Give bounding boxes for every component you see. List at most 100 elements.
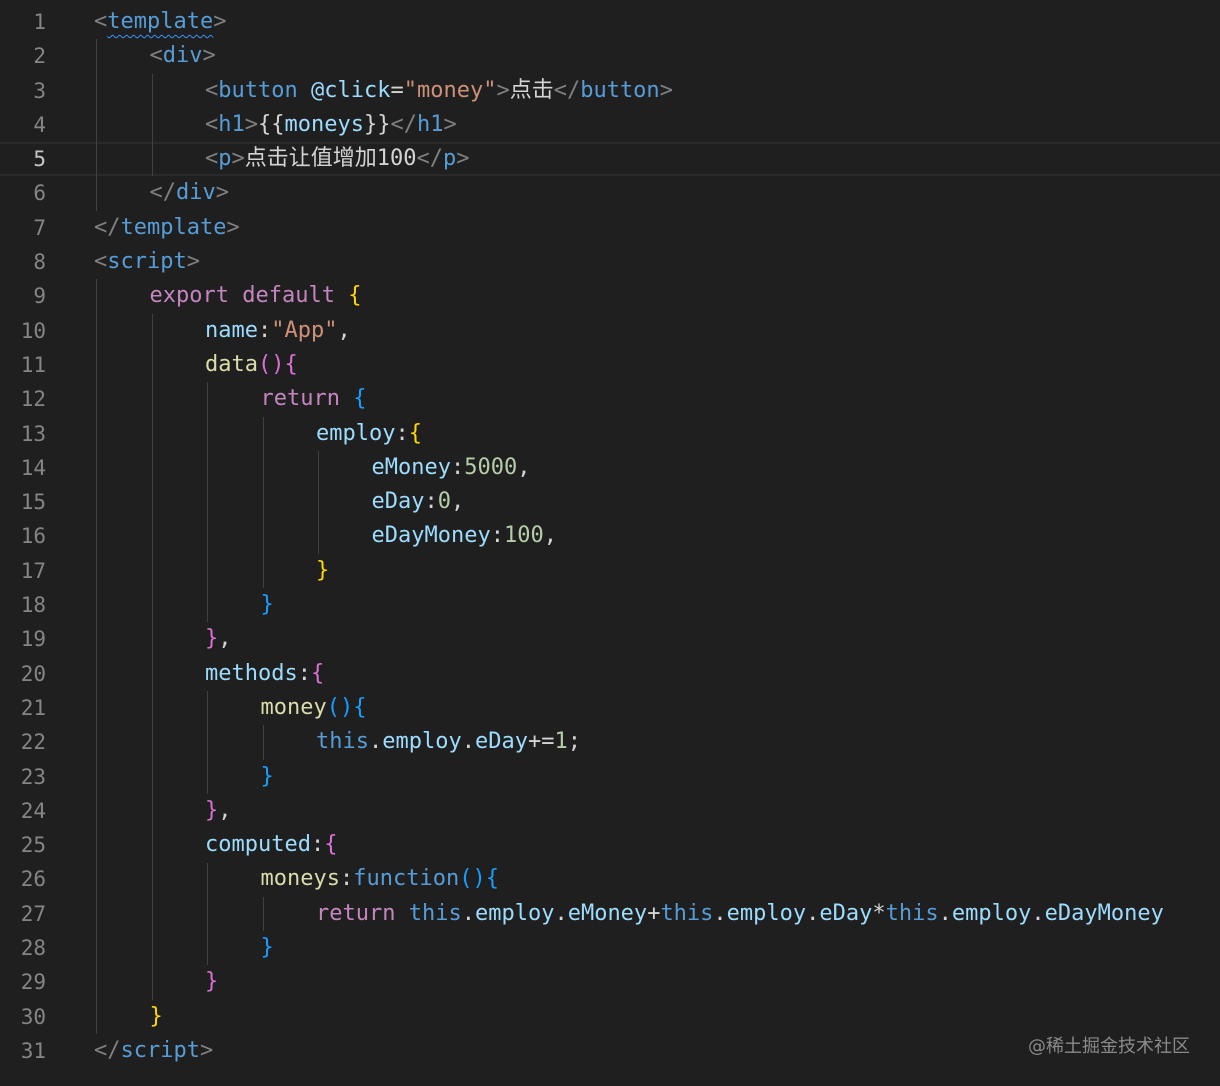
code-line[interactable]: 16 eDayMoney:100, [0, 519, 1220, 553]
code-token: } [205, 626, 219, 652]
code-token: () [257, 351, 285, 377]
line-code: <button @click="money">点击</button> [205, 74, 673, 108]
code-token: { [310, 660, 325, 686]
code-lines[interactable]: 1 <template> 2 <div> 3 <button @click="money"… [0, 5, 1220, 1068]
code-line[interactable]: 23} [0, 760, 1220, 794]
code-editor[interactable]: 1 <template> 2 <div> 3 <button @click="money"… [0, 5, 1220, 1086]
line-code: eMoney:5000, [372, 451, 531, 485]
code-line[interactable]: 18} [0, 588, 1220, 622]
code-line[interactable]: 28} [0, 931, 1220, 965]
line-code: eDay:0, [372, 485, 465, 519]
line-code: this.employ.eDay+=1; [316, 725, 581, 759]
line-number: 11 [20, 352, 46, 377]
code-line[interactable]: 1 <template> [0, 5, 1220, 39]
code-line[interactable]: 5 <p>点击让值增加100</p> [0, 142, 1220, 177]
code-line[interactable]: 26 moneys:function(){ [0, 862, 1220, 896]
line-number: 5 [33, 147, 46, 172]
code-token: function [353, 866, 460, 892]
line-code: export default { [150, 279, 362, 313]
code-token: } [260, 763, 274, 789]
line-number: 24 [20, 798, 46, 823]
code-token: : [395, 420, 409, 446]
code-token: += [527, 729, 555, 755]
code-line[interactable]: 29} [0, 965, 1220, 999]
line-number: 10 [20, 318, 46, 343]
code-token: "App" [271, 317, 338, 343]
code-token: this [660, 900, 714, 926]
code-line[interactable]: 24}, [0, 794, 1220, 828]
code-token: this [316, 729, 369, 755]
line-number: 7 [33, 215, 46, 240]
code-token: > [215, 180, 229, 206]
code-line[interactable]: 27 return this.employ.eMoney+this.employ.… [0, 897, 1220, 931]
code-token: > [456, 146, 470, 172]
code-token: : [490, 523, 504, 549]
code-token: } [260, 935, 274, 961]
code-token: : [339, 866, 354, 892]
watermark: @稀土掘金技术社区 [1028, 1036, 1190, 1057]
code-token: : [424, 489, 438, 515]
code-line[interactable]: 8 <script> [0, 245, 1220, 279]
code-token: , [517, 454, 531, 480]
code-token: p [443, 146, 457, 172]
line-code: <div> [150, 39, 216, 73]
line-number: 14 [20, 455, 46, 480]
code-line[interactable]: 15 eDay:0, [0, 485, 1220, 519]
line-code: <template> [94, 5, 226, 39]
code-token: . [461, 900, 475, 926]
line-number: 19 [20, 627, 46, 652]
code-line[interactable]: 7 </template> [0, 211, 1220, 245]
code-token: () [459, 866, 486, 892]
code-token: </ [94, 1037, 121, 1063]
code-token: return [316, 900, 396, 926]
code-token: { [284, 351, 298, 377]
code-token: 100 [503, 523, 544, 549]
code-token: 点击让值增加100 [244, 146, 417, 172]
code-token: . [713, 900, 727, 926]
code-token: < [149, 43, 163, 69]
code-token: . [938, 900, 952, 926]
line-code: moneys:function(){ [261, 862, 499, 896]
indent-guide [207, 382, 208, 623]
line-number: 23 [20, 764, 46, 789]
code-token: h1 [416, 111, 444, 137]
code-token: > [226, 214, 240, 240]
code-line[interactable]: 22 this.employ.eDay+=1; [0, 725, 1220, 759]
code-token: . [806, 900, 820, 926]
code-line[interactable]: 12 return { [0, 382, 1220, 416]
code-line[interactable]: 13 employ:{ [0, 417, 1220, 451]
code-line[interactable]: 6 </div> [0, 176, 1220, 210]
line-code: data(){ [205, 348, 298, 382]
code-token: , [337, 317, 351, 343]
code-line[interactable]: 17} [0, 554, 1220, 588]
code-line[interactable]: 11 data(){ [0, 348, 1220, 382]
line-code: } [261, 931, 274, 965]
code-token: { [353, 694, 367, 720]
code-token: { [348, 283, 362, 309]
code-token: { [353, 386, 367, 412]
code-token: . [461, 729, 475, 755]
code-token: < [205, 111, 219, 137]
code-token: div [176, 180, 216, 206]
code-line[interactable]: 3 <button @click="money">点击</button> [0, 74, 1220, 108]
code-line[interactable]: 30} [0, 1000, 1220, 1034]
code-token: eMoney [567, 900, 648, 926]
code-line[interactable]: 2 <div> [0, 39, 1220, 73]
code-line[interactable]: 10 name:"App", [0, 314, 1220, 348]
code-line[interactable]: 9 export default { [0, 279, 1220, 313]
code-token: : [297, 660, 311, 686]
code-token: + [647, 900, 661, 926]
line-number: 22 [20, 730, 46, 755]
code-line[interactable]: 25 computed:{ [0, 828, 1220, 862]
code-line[interactable]: 20 methods:{ [0, 657, 1220, 691]
code-line[interactable]: 14 eMoney:5000, [0, 451, 1220, 485]
code-line[interactable]: 4 <h1>{{moneys}}</h1> [0, 108, 1220, 142]
code-token: > [659, 77, 673, 103]
code-line[interactable]: 19}, [0, 622, 1220, 656]
code-token: </ [94, 214, 121, 240]
code-token: : [257, 317, 272, 343]
code-line[interactable]: 21 money(){ [0, 691, 1220, 725]
